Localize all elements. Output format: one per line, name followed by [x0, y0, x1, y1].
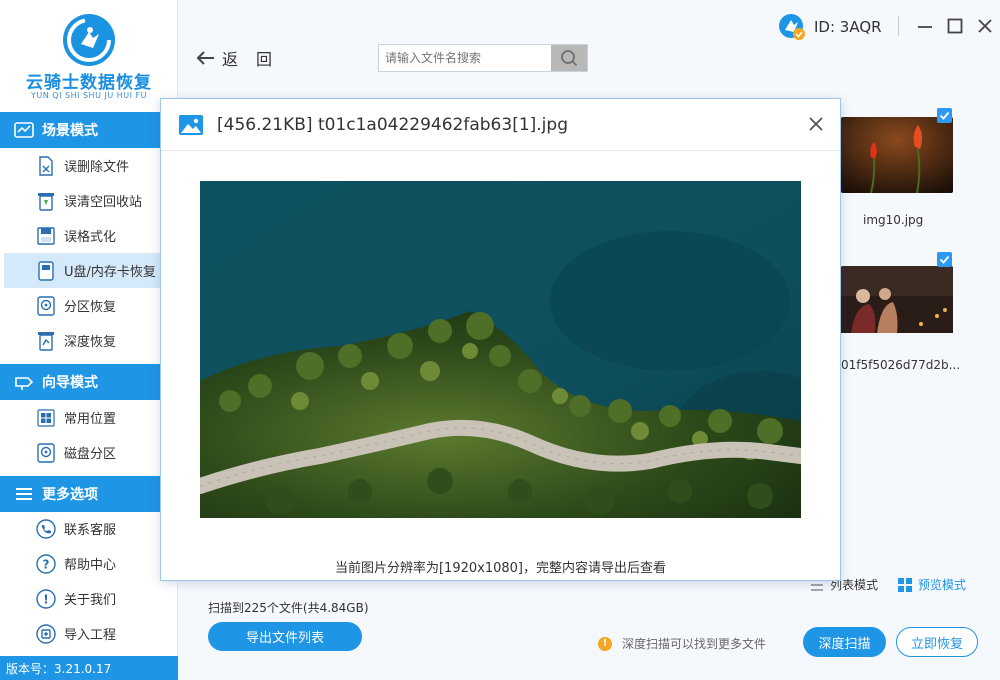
- export-list-button[interactable]: 导出文件列表: [208, 622, 362, 651]
- sidebar-item-contact[interactable]: 联系客服: [0, 511, 178, 546]
- sidebar-item-label: 误格式化: [64, 230, 117, 245]
- arrow-left-icon: [196, 51, 214, 65]
- resolution-caption: 当前图片分辨率为[1920x1080]，完整内容请导出后查看: [334, 561, 666, 576]
- grid-icon: [898, 577, 912, 592]
- sidebar-item-import[interactable]: 导入工程: [0, 616, 178, 651]
- import-icon: [36, 623, 56, 644]
- sidebar-item-label: 深度恢复: [64, 335, 117, 350]
- sidebar-item-common-locations[interactable]: 常用位置: [0, 400, 178, 435]
- scan-info: 扫描到225个文件(共4.84GB): [208, 601, 369, 615]
- sidebar-item-label: 磁盘分区: [64, 447, 117, 462]
- close-icon: [809, 117, 823, 131]
- more-options-label: 更多选项: [42, 487, 98, 503]
- sidebar-item-format[interactable]: 误格式化: [0, 218, 178, 253]
- search-button[interactable]: [551, 45, 587, 71]
- dialog-title: [456.21KB] t01c1a04229462fab63[1].jpg: [217, 114, 568, 135]
- preview-mode-label: 预览模式: [918, 578, 967, 592]
- divider: [898, 16, 899, 36]
- search-icon: [561, 50, 578, 67]
- sidebar-item-label: 误清空回收站: [64, 195, 143, 210]
- file-name: 01f5f5026d77d2b...: [841, 358, 961, 372]
- preview-image: [192, 181, 850, 518]
- deep-recover-icon: [36, 331, 56, 351]
- format-disk-icon: [36, 226, 56, 246]
- partition-icon: [36, 295, 56, 316]
- file-thumbnail[interactable]: [841, 266, 953, 342]
- file-thumbnail[interactable]: [841, 117, 953, 193]
- avatar: [778, 13, 806, 41]
- menu-icon: [16, 488, 32, 500]
- phone-icon: [36, 518, 56, 539]
- close-button[interactable]: [971, 14, 999, 38]
- more-options-header[interactable]: 更多选项: [0, 476, 178, 512]
- logo-icon: [63, 14, 115, 66]
- preview-dialog: [456.21KB] t01c1a04229462fab63[1].jpg 当前…: [160, 98, 850, 581]
- info-icon: !: [36, 588, 56, 609]
- sidebar-item-label: 误删除文件: [64, 160, 130, 175]
- file-checkbox[interactable]: [937, 108, 952, 123]
- dialog-header: [456.21KB] t01c1a04229462fab63[1].jpg: [161, 99, 840, 151]
- image-icon: [179, 114, 203, 135]
- maximize-icon: [947, 18, 963, 34]
- back-button[interactable]: 返回: [196, 46, 290, 70]
- guide-mode-label: 向导模式: [42, 375, 98, 391]
- minimize-button[interactable]: [911, 14, 939, 38]
- svg-text:!: !: [43, 592, 48, 606]
- sidebar-item-usb-card[interactable]: U盘/内存卡恢复: [4, 253, 178, 288]
- svg-text:?: ?: [43, 557, 50, 571]
- user-id-label: ID: 3AQR: [814, 18, 882, 36]
- user-id[interactable]: ID: 3AQR: [778, 13, 882, 41]
- preview-mode-toggle[interactable]: 预览模式: [898, 576, 966, 593]
- sidebar-item-about[interactable]: ! 关于我们: [0, 581, 178, 616]
- version-label: 版本号：3.21.0.17: [0, 656, 178, 680]
- sidebar-item-deep-recover[interactable]: 深度恢复: [0, 323, 178, 358]
- file-delete-icon: [36, 155, 56, 176]
- logo-subtitle: YUN QI SHI SHU JU HUI FU: [31, 91, 147, 100]
- check-icon: [939, 111, 950, 120]
- guide-mode-header[interactable]: 向导模式: [0, 364, 178, 400]
- sidebar-item-disk-partition[interactable]: 磁盘分区: [0, 435, 178, 470]
- recycle-bin-icon: [36, 191, 56, 211]
- minimize-icon: [918, 26, 932, 28]
- scene-mode-icon: [14, 122, 34, 138]
- sidebar-item-label: 帮助中心: [64, 558, 117, 573]
- sidebar: 云骑士数据恢复 YUN QI SHI SHU JU HUI FU 场景模式 误删…: [0, 0, 178, 680]
- close-icon: [978, 19, 992, 33]
- maximize-button[interactable]: [941, 14, 969, 38]
- disk-icon: [36, 442, 56, 463]
- sidebar-item-help[interactable]: ? 帮助中心: [0, 546, 178, 581]
- scene-mode-label: 场景模式: [42, 123, 98, 139]
- guide-mode-icon: [15, 377, 34, 390]
- sidebar-item-label: 分区恢复: [64, 300, 117, 315]
- file-name: img10.jpg: [863, 213, 924, 227]
- usb-card-icon: [36, 260, 56, 281]
- search-input[interactable]: [379, 45, 551, 71]
- sidebar-item-label: 关于我们: [64, 593, 117, 608]
- recover-now-button[interactable]: 立即恢复: [896, 627, 978, 657]
- sidebar-item-label: U盘/内存卡恢复: [64, 265, 156, 280]
- sidebar-item-deleted-files[interactable]: 误删除文件: [0, 148, 178, 183]
- deep-scan-button[interactable]: 深度扫描: [803, 627, 886, 657]
- dialog-close-button[interactable]: [805, 113, 827, 135]
- file-checkbox[interactable]: [937, 252, 952, 267]
- hint-text: 深度扫描可以找到更多文件: [622, 637, 767, 651]
- sidebar-item-recycle-bin[interactable]: 误清空回收站: [0, 183, 178, 218]
- logo-title: 云骑士数据恢复: [26, 73, 152, 93]
- help-icon: ?: [36, 553, 56, 574]
- app-logo: 云骑士数据恢复 YUN QI SHI SHU JU HUI FU: [0, 0, 178, 112]
- windows-icon: [36, 408, 56, 428]
- scene-mode-header[interactable]: 场景模式: [0, 112, 178, 148]
- sidebar-item-partition[interactable]: 分区恢复: [0, 288, 178, 323]
- search-box: [378, 44, 588, 72]
- sidebar-item-label: 联系客服: [64, 523, 117, 538]
- deep-scan-hint: ! 深度扫描可以找到更多文件: [598, 635, 766, 652]
- sidebar-item-label: 导入工程: [64, 628, 117, 643]
- sidebar-item-label: 常用位置: [64, 412, 117, 427]
- warning-icon: !: [598, 636, 612, 651]
- back-label: 返回: [222, 50, 291, 69]
- check-icon: [939, 255, 950, 264]
- window-controls: [898, 14, 999, 38]
